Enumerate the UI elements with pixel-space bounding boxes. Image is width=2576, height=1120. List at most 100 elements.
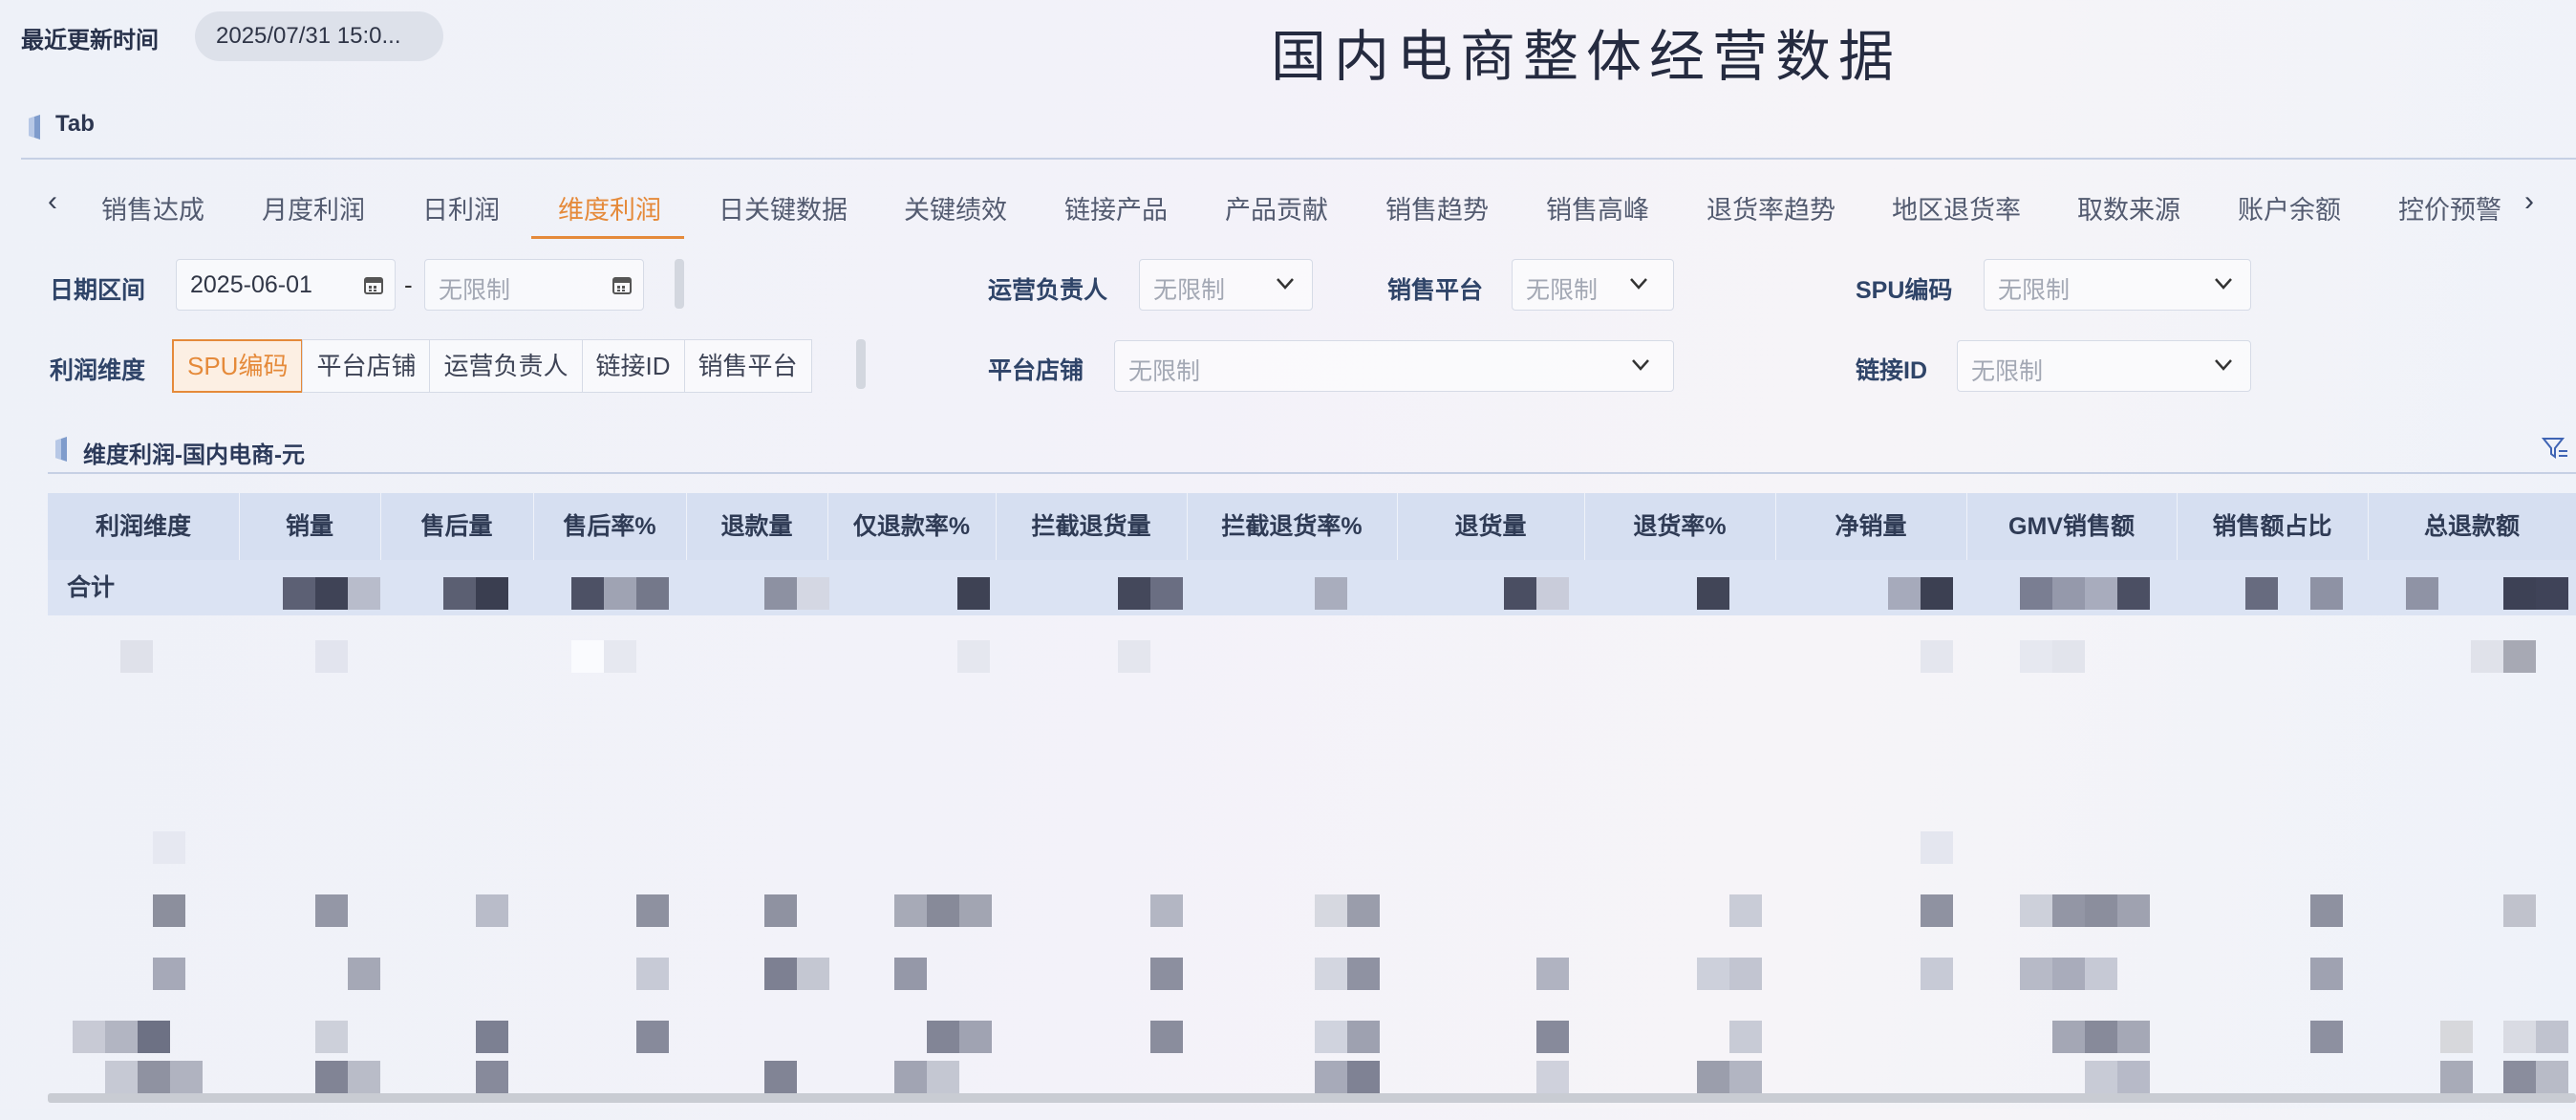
tab-sales-achievement[interactable]: 销售达成	[101, 189, 204, 226]
redacted-cell	[2503, 1021, 2536, 1053]
tab-monthly-profit[interactable]: 月度利润	[262, 189, 365, 226]
table-row[interactable]	[48, 1057, 2576, 1120]
dimension-option-platform[interactable]: 销售平台	[683, 339, 812, 393]
redacted-cell	[1729, 894, 1762, 927]
table-row[interactable]	[48, 805, 2576, 868]
dimension-option-spu[interactable]: SPU编码	[172, 339, 304, 393]
col-header-sales-qty[interactable]: 销量	[239, 493, 381, 560]
redacted-cell	[1315, 958, 1347, 990]
redacted-cell	[2085, 894, 2117, 927]
tab-bar: ‹ 销售达成 月度利润 日利润 维度利润 日关键数据 关键绩效 链接产品 产品贡…	[0, 168, 2576, 241]
tab-scroll-left-icon[interactable]: ‹	[36, 185, 69, 218]
col-header-gmv[interactable]: GMV销售额	[1966, 493, 2178, 560]
filter-settings-icon[interactable]	[2542, 436, 2568, 461]
platform-select[interactable]: 无限制	[1512, 259, 1674, 311]
col-header-return-rate[interactable]: 退货率%	[1584, 493, 1776, 560]
table-row[interactable]	[48, 678, 2576, 742]
redacted-cell	[1347, 958, 1380, 990]
redacted-cell	[105, 1021, 138, 1053]
tab-return-rate-trend[interactable]: 退货率趋势	[1707, 189, 1835, 226]
redacted-cell	[120, 640, 153, 673]
table-row[interactable]	[48, 615, 2576, 678]
redacted-cell	[2052, 640, 2085, 673]
link-placeholder: 无限制	[1971, 358, 2044, 385]
col-header-net-sales[interactable]: 净销量	[1775, 493, 1967, 560]
redacted-cell	[2471, 640, 2503, 673]
col-header-sales-share[interactable]: 销售额占比	[2177, 493, 2369, 560]
redacted-cell	[138, 1021, 170, 1053]
shop-select[interactable]: 无限制	[1114, 340, 1674, 392]
redacted-cell	[894, 1061, 927, 1093]
table-row[interactable]	[48, 994, 2576, 1057]
dimension-label: 利润维度	[50, 357, 146, 384]
redacted-cell	[1729, 1021, 1762, 1053]
redacted-cell	[2020, 640, 2052, 673]
redacted-cell	[2020, 894, 2052, 927]
tab-account-balance[interactable]: 账户余额	[2238, 189, 2341, 226]
redacted-cell	[1536, 577, 1569, 610]
col-header-return-qty[interactable]: 退货量	[1397, 493, 1585, 560]
tab-sales-trend[interactable]: 销售趋势	[1385, 189, 1489, 226]
redacted-cell	[2085, 1021, 2117, 1053]
link-select[interactable]: 无限制	[1957, 340, 2251, 392]
tab-sales-peak[interactable]: 销售高峰	[1546, 189, 1649, 226]
spu-select[interactable]: 无限制	[1984, 259, 2251, 311]
redacted-cell	[636, 1021, 669, 1053]
redacted-cell	[1536, 1061, 1569, 1093]
tab-link-products[interactable]: 链接产品	[1064, 189, 1168, 226]
redacted-cell	[1118, 640, 1150, 673]
redacted-cell	[2052, 958, 2085, 990]
redacted-cell	[2052, 1021, 2085, 1053]
tab-regional-return-rate[interactable]: 地区退货率	[1892, 189, 2021, 226]
tab-dimension-profit[interactable]: 维度利润	[558, 189, 661, 226]
tab-scroll-right-icon[interactable]: ›	[2513, 185, 2545, 218]
col-header-after-sales-rate[interactable]: 售后率%	[533, 493, 687, 560]
col-header-total-refund[interactable]: 总退款额	[2368, 493, 2576, 560]
redacted-cell	[1150, 958, 1183, 990]
tab-price-control-alert[interactable]: 控价预警	[2398, 189, 2501, 226]
tab-section-title: Tab	[55, 111, 95, 137]
date-end-input[interactable]: 无限制	[424, 259, 644, 311]
dimension-option-shop[interactable]: 平台店铺	[302, 339, 431, 393]
dimension-option-operator[interactable]: 运营负责人	[429, 339, 583, 393]
tab-daily-key-data[interactable]: 日关键数据	[719, 189, 848, 226]
table-row[interactable]	[48, 742, 2576, 805]
redacted-cell	[315, 640, 348, 673]
tab-key-performance[interactable]: 关键绩效	[904, 189, 1007, 226]
tab-data-source[interactable]: 取数来源	[2077, 189, 2180, 226]
redacted-cell	[894, 958, 927, 990]
redacted-cell	[476, 1021, 508, 1053]
link-label: 链接ID	[1856, 357, 1928, 384]
col-header-refund-only-rate[interactable]: 仅退款率%	[827, 493, 997, 560]
col-header-refund-qty[interactable]: 退款量	[686, 493, 828, 560]
redacted-cell	[476, 1061, 508, 1093]
redacted-cell	[2503, 577, 2536, 610]
col-header-intercept-rate[interactable]: 拦截退货率%	[1187, 493, 1398, 560]
table-total-row: 合计	[48, 560, 2576, 615]
redacted-cell	[1118, 577, 1150, 610]
filter-scrollbar[interactable]	[856, 339, 866, 389]
redacted-cell	[1729, 958, 1762, 990]
col-header-intercept-qty[interactable]: 拦截退货量	[996, 493, 1188, 560]
operator-select[interactable]: 无限制	[1139, 259, 1313, 311]
filter-scrollbar[interactable]	[675, 259, 684, 309]
table-horizontal-scrollbar[interactable]	[48, 1093, 2576, 1103]
chevron-down-icon	[1630, 278, 1647, 290]
tab-product-contribution[interactable]: 产品贡献	[1225, 189, 1328, 226]
redacted-cell	[894, 894, 927, 927]
redacted-cell	[476, 894, 508, 927]
redacted-cell	[604, 577, 636, 610]
redacted-cell	[2310, 1021, 2343, 1053]
redacted-cell	[153, 894, 185, 927]
dimension-option-link[interactable]: 链接ID	[581, 339, 685, 393]
redacted-cell	[2020, 577, 2052, 610]
redacted-cell	[1697, 1061, 1729, 1093]
date-start-input[interactable]: 2025-06-01	[176, 259, 396, 311]
table-row[interactable]	[48, 931, 2576, 994]
redacted-cell	[2117, 894, 2150, 927]
tab-daily-profit[interactable]: 日利润	[422, 189, 500, 226]
col-header-after-sales-qty[interactable]: 售后量	[380, 493, 534, 560]
col-header-dimension[interactable]: 利润维度	[48, 493, 240, 560]
redacted-cell	[1888, 577, 1921, 610]
table-row[interactable]	[48, 868, 2576, 931]
